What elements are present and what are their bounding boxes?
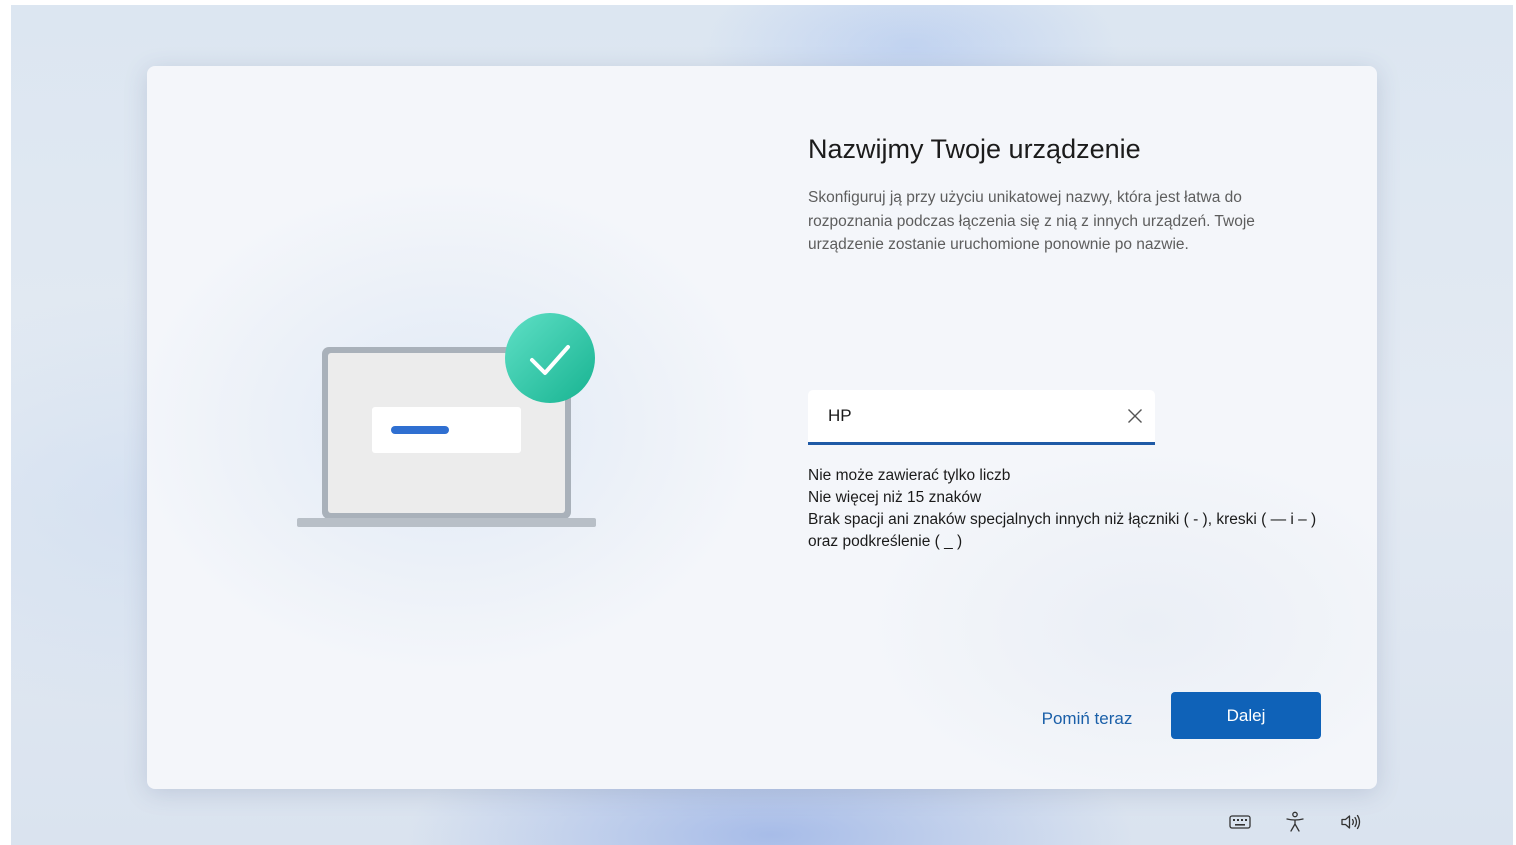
keyboard-icon[interactable] <box>1228 810 1252 834</box>
naming-rule: Brak spacji ani znaków specjalnych innyc… <box>808 511 1317 550</box>
accessibility-icon[interactable] <box>1283 810 1307 834</box>
volume-icon[interactable] <box>1339 810 1363 834</box>
page-description: Skonfiguruj ją przy użyciu unikatowej na… <box>808 189 1255 253</box>
device-name-input[interactable] <box>828 390 1108 442</box>
naming-rules-list: Nie może zawierać tylko liczb Nie więcej… <box>808 465 1328 553</box>
setup-dialog: Nazwijmy Twoje urządzenie Skonfiguruj ją… <box>147 66 1377 789</box>
next-button[interactable]: Dalej <box>1171 692 1321 739</box>
device-name-field <box>808 390 1155 445</box>
naming-rule: Nie może zawierać tylko liczb <box>808 467 1011 484</box>
close-icon <box>1128 409 1142 423</box>
page-title: Nazwijmy Twoje urządzenie <box>808 134 1141 164</box>
skip-button[interactable]: Pomiń teraz <box>1025 696 1149 742</box>
oobe-background: Nazwijmy Twoje urządzenie Skonfiguruj ją… <box>11 5 1513 845</box>
clear-input-button[interactable] <box>1121 402 1149 430</box>
laptop-illustration <box>297 313 597 528</box>
naming-rule: Nie więcej niż 15 znaków <box>808 489 982 506</box>
laptop-check-icon <box>297 313 596 527</box>
